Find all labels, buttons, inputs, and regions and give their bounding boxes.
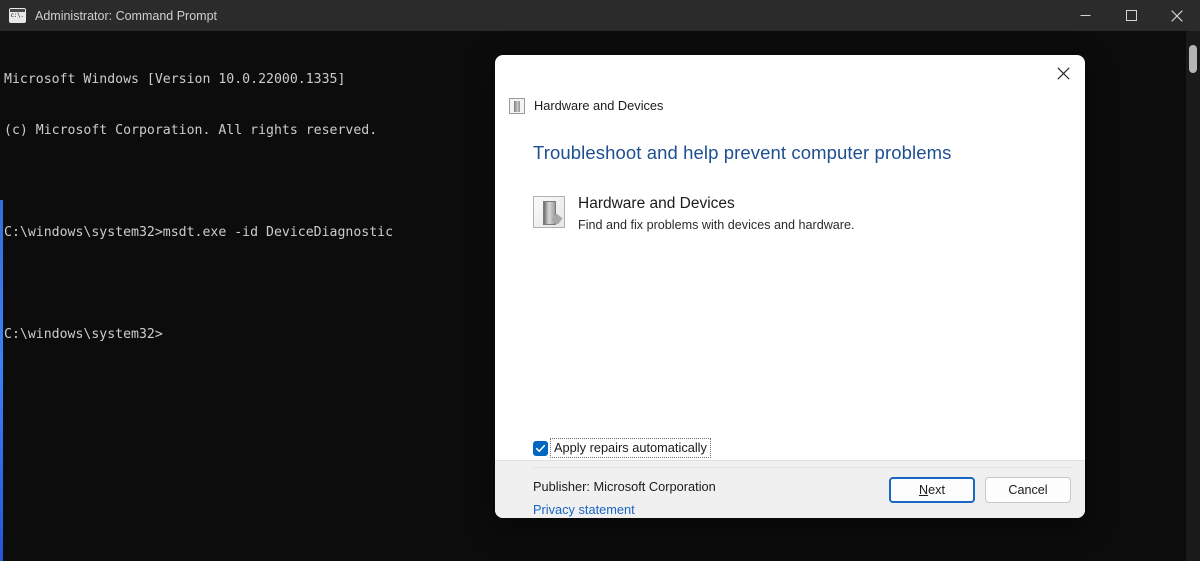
maximize-icon[interactable] [1108, 0, 1154, 31]
privacy-statement-link[interactable]: Privacy statement [533, 502, 635, 517]
troubleshooter-item: Hardware and Devices Find and fix proble… [533, 194, 1085, 233]
dialog-header-title: Hardware and Devices [534, 98, 664, 113]
content-divider [533, 467, 1072, 468]
cancel-button[interactable]: Cancel [985, 476, 1071, 503]
console-titlebar-left: Administrator: Command Prompt [0, 8, 1062, 23]
minimize-icon[interactable] [1062, 0, 1108, 31]
page-title: Troubleshoot and help prevent computer p… [533, 142, 952, 163]
troubleshooter-description: Find and fix problems with devices and h… [578, 218, 855, 232]
apply-repairs-checkbox[interactable] [533, 440, 548, 456]
console-title: Administrator: Command Prompt [35, 8, 218, 23]
cancel-button-label: Cancel [1008, 482, 1048, 497]
troubleshooter-title: Hardware and Devices [578, 195, 735, 212]
dialog-close-icon[interactable] [1045, 58, 1081, 88]
apply-repairs-row[interactable]: Apply repairs automatically [533, 438, 711, 458]
screen: Administrator: Command Prompt Microsoft … [0, 0, 1200, 561]
device-icon [533, 196, 565, 228]
troubleshooter-dialog: Hardware and Devices Troubleshoot and he… [495, 55, 1085, 518]
window-controls [1062, 0, 1200, 31]
next-button-label: ext [928, 482, 945, 497]
dialog-header: Hardware and Devices [495, 55, 1085, 117]
console-icon [9, 8, 26, 23]
console-scrollbar-thumb[interactable] [1189, 45, 1197, 73]
console-scrollbar[interactable] [1186, 31, 1200, 561]
console-titlebar[interactable]: Administrator: Command Prompt [0, 0, 1200, 31]
close-icon[interactable] [1154, 0, 1200, 31]
dialog-content: Troubleshoot and help prevent computer p… [495, 117, 1085, 517]
device-icon [509, 97, 525, 114]
next-button-accelerator: N [919, 482, 929, 497]
next-button[interactable]: Next [889, 476, 975, 503]
troubleshooter-text: Hardware and Devices Find and fix proble… [578, 194, 855, 233]
apply-repairs-label[interactable]: Apply repairs automatically [550, 438, 711, 458]
publisher-text: Publisher: Microsoft Corporation [533, 479, 716, 494]
